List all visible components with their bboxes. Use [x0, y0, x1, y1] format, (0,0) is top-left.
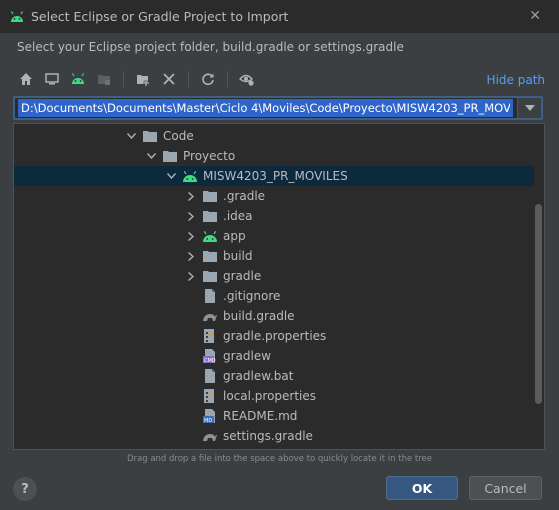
android-icon [9, 9, 25, 25]
tree-row-label: settings.gradle [223, 429, 313, 443]
svg-text:MD: MD [204, 418, 212, 423]
path-input[interactable] [18, 99, 513, 117]
toolbar-separator [227, 71, 228, 87]
tree-row[interactable]: app [14, 226, 534, 246]
cancel-button[interactable]: Cancel [469, 476, 542, 500]
module-icon[interactable] [94, 69, 114, 89]
tree-row-label: gradlew [223, 349, 272, 363]
tree-row[interactable]: settings.gradle [14, 426, 534, 446]
new-folder-icon[interactable] [133, 69, 153, 89]
tree-row-label: gradle.properties [223, 329, 327, 343]
properties-file-icon [202, 388, 218, 404]
tree-row-label: Code [163, 129, 194, 143]
folder-icon [202, 248, 218, 264]
tree-row-label: README.md [223, 409, 298, 423]
toolbar-separator [188, 71, 189, 87]
tree-row-label: Proyecto [183, 149, 236, 163]
folder-icon [162, 148, 178, 164]
tree-row-label: .gitignore [223, 289, 281, 303]
android-project-icon[interactable] [68, 69, 88, 89]
file-tree[interactable]: Code Proyecto MISW4203_PR_MOVILES .gradle .i… [13, 123, 545, 450]
tree-row-label: app [223, 229, 246, 243]
tree-row[interactable]: .idea [14, 206, 534, 226]
tree-row[interactable]: .gitignore [14, 286, 534, 306]
hide-path-link[interactable]: Hide path [487, 73, 545, 87]
chevron-right-icon[interactable] [184, 189, 198, 203]
tree-row[interactable]: MISW4203_PR_MOVILES [14, 166, 534, 186]
tree-scrollbar[interactable] [535, 204, 542, 404]
tree-row-label: local.properties [223, 389, 317, 403]
tree-row-label: .idea [223, 209, 253, 223]
chevron-down-icon[interactable] [164, 169, 178, 183]
svg-text:CMD: CMD [204, 358, 216, 363]
tree-row-label: gradlew.bat [223, 369, 294, 383]
path-combobox[interactable] [13, 96, 543, 120]
chevron-right-icon[interactable] [184, 229, 198, 243]
close-icon[interactable]: ✕ [529, 8, 541, 24]
folder-icon [142, 128, 158, 144]
drag-drop-hint: Drag and drop a file into the space abov… [126, 454, 432, 464]
tree-row-label: build.gradle [223, 309, 295, 323]
folder-icon [202, 188, 218, 204]
chevron-right-icon[interactable] [184, 269, 198, 283]
folder-icon [202, 268, 218, 284]
properties-file-icon [202, 328, 218, 344]
tree-row[interactable]: Proyecto [14, 146, 534, 166]
tree-row[interactable]: gradle.properties [14, 326, 534, 346]
ok-button[interactable]: OK [386, 476, 458, 500]
chevron-right-icon[interactable] [184, 209, 198, 223]
markdown-file-icon: MD [202, 408, 218, 424]
tree-row[interactable]: MD README.md [14, 406, 534, 426]
window-title: Select Eclipse or Gradle Project to Impo… [31, 9, 289, 24]
tree-row[interactable]: build [14, 246, 534, 266]
android-icon [182, 168, 198, 184]
desktop-icon[interactable] [42, 69, 62, 89]
help-button[interactable]: ? [13, 477, 37, 501]
tree-row[interactable]: gradlew.bat [14, 366, 534, 386]
tree-row[interactable]: CMD gradlew [14, 346, 534, 366]
tree-row-label: MISW4203_PR_MOVILES [203, 169, 348, 183]
toolbar [16, 67, 257, 91]
tree-row[interactable]: local.properties [14, 386, 534, 406]
show-hidden-icon[interactable] [237, 69, 257, 89]
dialog-description: Select your Eclipse project folder, buil… [17, 40, 404, 54]
tree-row-label: build [223, 249, 253, 263]
file-icon [202, 368, 218, 384]
script-file-icon: CMD [202, 348, 218, 364]
delete-icon[interactable] [159, 69, 179, 89]
home-icon[interactable] [16, 69, 36, 89]
title-bar: Select Eclipse or Gradle Project to Impo… [0, 0, 559, 33]
chevron-down-icon[interactable] [124, 129, 138, 143]
chevron-down-icon[interactable] [144, 149, 158, 163]
tree-row[interactable]: build.gradle [14, 306, 534, 326]
chevron-right-icon[interactable] [184, 249, 198, 263]
gradle-elephant-icon [202, 308, 218, 324]
file-icon [202, 288, 218, 304]
tree-row[interactable]: .gradle [14, 186, 534, 206]
tree-row-label: gradle [223, 269, 262, 283]
refresh-icon[interactable] [198, 69, 218, 89]
tree-row-label: .gradle [223, 189, 266, 203]
folder-icon [202, 208, 218, 224]
toolbar-separator [123, 71, 124, 87]
gradle-elephant-icon [202, 428, 218, 444]
android-icon [202, 228, 218, 244]
chevron-down-icon[interactable] [517, 98, 541, 118]
tree-row[interactable]: Code [14, 126, 534, 146]
tree-row[interactable]: gradle [14, 266, 534, 286]
